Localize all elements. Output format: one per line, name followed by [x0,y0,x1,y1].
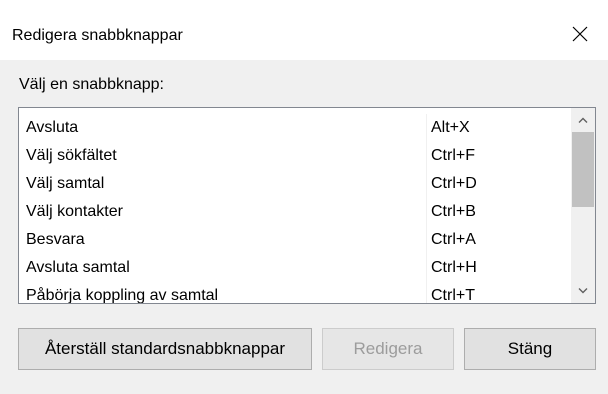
title-bar: Redigera snabbknappar [0,0,608,60]
list-item[interactable]: Avsluta Alt+X [19,114,571,142]
column-divider [426,282,427,303]
reset-defaults-button[interactable]: Återställ standardsnabbknappar [18,328,312,370]
column-divider [426,114,427,142]
shortcut-name: Avsluta samtal [26,259,130,276]
list-item[interactable]: Välj samtal Ctrl+D [19,170,571,198]
column-divider [426,170,427,198]
shortcut-key: Ctrl+H [431,259,477,276]
column-divider [426,142,427,170]
column-divider [426,198,427,226]
chevron-down-icon [578,288,588,294]
shortcut-key: Ctrl+B [431,203,476,220]
shortcut-name: Avsluta [26,119,79,136]
edit-button[interactable]: Redigera [322,328,454,370]
scroll-thumb[interactable] [572,132,594,207]
scroll-up-button[interactable] [571,108,595,132]
shortcut-key: Ctrl+D [431,175,477,192]
vertical-scrollbar[interactable] [571,108,595,303]
column-divider [426,226,427,254]
edit-shortcuts-dialog: Redigera snabbknappar Välj en snabbknapp… [0,0,608,394]
list-item[interactable]: Välj kontakter Ctrl+B [19,198,571,226]
close-button[interactable] [560,16,600,52]
shortcut-key: Ctrl+F [431,147,475,164]
shortcut-key: Ctrl+A [431,231,476,248]
close-dialog-button[interactable]: Stäng [464,328,596,370]
list-item[interactable]: Välj sökfältet Ctrl+F [19,142,571,170]
shortcut-key: Ctrl+T [431,287,475,304]
shortcut-name: Välj kontakter [26,203,123,220]
shortcut-name: Besvara [26,231,85,248]
shortcut-list[interactable]: Avsluta Alt+X Välj sökfältet Ctrl+F Välj… [18,107,596,304]
select-shortcut-label: Välj en snabbknapp: [19,76,164,93]
scroll-down-button[interactable] [571,279,595,303]
shortcut-name: Välj sökfältet [26,147,117,164]
column-divider [426,254,427,282]
list-item[interactable]: Besvara Ctrl+A [19,226,571,254]
shortcut-rows: Avsluta Alt+X Välj sökfältet Ctrl+F Välj… [19,114,571,304]
shortcut-name: Påbörja koppling av samtal [26,287,219,304]
list-item[interactable]: Avsluta samtal Ctrl+H [19,254,571,282]
close-icon [572,26,588,42]
list-item[interactable]: Påbörja koppling av samtal Ctrl+T [19,282,571,304]
chevron-up-icon [578,117,588,123]
shortcut-key: Alt+X [431,119,470,136]
shortcut-name: Välj samtal [26,175,105,192]
dialog-title: Redigera snabbknappar [12,27,183,44]
